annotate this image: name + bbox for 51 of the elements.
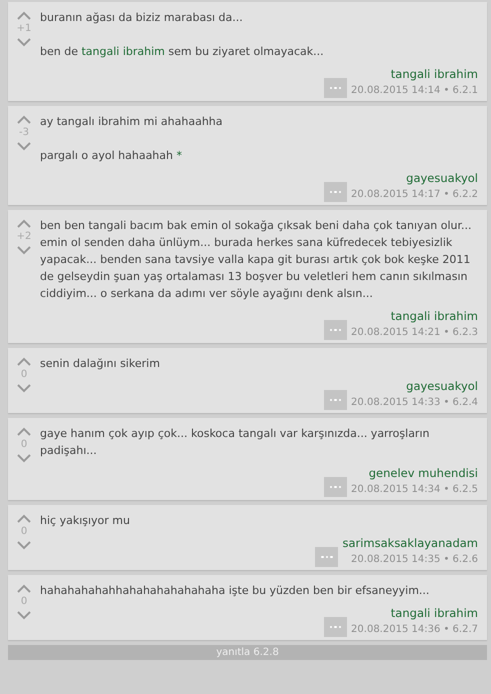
more-button[interactable]	[324, 182, 348, 202]
upvote-icon[interactable]	[17, 219, 31, 228]
vote-count: -3	[19, 127, 29, 139]
entry-text: ay tangalı ibrahim mi ahahaahha pargalı o ayol hahaahah *	[40, 114, 224, 164]
inline-link[interactable]: tangali ibrahim	[81, 45, 165, 58]
more-button[interactable]	[324, 617, 348, 637]
entry-text: hahahahahahhahahahahahahaha işte bu yüzden ben bir efsaneyyim...	[40, 583, 430, 599]
downvote-icon[interactable]	[17, 142, 31, 151]
entry-date-link[interactable]: 20.08.2015 14:21 • 6.2.3	[351, 325, 478, 340]
entry-date-link[interactable]: 20.08.2015 14:36 • 6.2.7	[351, 622, 478, 637]
more-button[interactable]	[324, 320, 348, 340]
upvote-icon[interactable]	[17, 115, 31, 124]
vote-count: +1	[16, 23, 32, 35]
vote-count: 0	[20, 439, 28, 451]
downvote-icon[interactable]	[17, 246, 31, 255]
upvote-icon[interactable]	[17, 584, 31, 593]
vote-count: 0	[20, 369, 28, 381]
entry-text: hiç yakışıyor mu	[40, 513, 131, 529]
author-link[interactable]: gayesuakyol	[406, 170, 478, 187]
entry-date-link[interactable]: 20.08.2015 14:17 • 6.2.2	[351, 187, 478, 202]
entry-text: buranın ağası da biziz marabası da... ben de tangali ibrahim sem bu ziyaret olmayacak...	[40, 10, 325, 60]
author-link[interactable]: tangali ibrahim	[390, 605, 478, 622]
more-button[interactable]	[315, 547, 338, 567]
downvote-icon[interactable]	[17, 384, 31, 393]
vote-count: 0	[20, 526, 28, 538]
downvote-icon[interactable]	[17, 38, 31, 47]
author-link[interactable]: genelev muhendisi	[368, 465, 478, 482]
entry-date-link[interactable]: 20.08.2015 14:35 • 6.2.6	[351, 552, 478, 567]
upvote-icon[interactable]	[17, 427, 31, 436]
author-link[interactable]: sarimsaksaklayanadam	[342, 535, 478, 552]
upvote-icon[interactable]	[17, 357, 31, 366]
author-link[interactable]: gayesuakyol	[406, 378, 478, 395]
upvote-icon[interactable]	[17, 514, 31, 523]
author-link[interactable]: tangali ibrahim	[390, 308, 478, 325]
more-button[interactable]	[324, 78, 348, 98]
downvote-icon[interactable]	[17, 541, 31, 550]
entry-text: gaye hanım çok ayıp çok... koskoca tangalı var karşınızda... yarroşların padişahı...	[40, 426, 430, 459]
entry-text: ben ben tangali bacım bak emin ol sokağa çıksak beni daha çok tanıyan olur... emin ol senden daha ünlüym... burada herkes sana küfredecek tebiyesizlik yapacak... benden sana tavsiye valla kapa git burası artık çok bok keşke 2011 de gelseydin şuan yaş ortalaması 13 boşver bu veletleri hem canın sıkılmasın ciddiyim... o serkana da adımı ver söyle ayağını denk alsın...	[40, 218, 473, 302]
entry-date-link[interactable]: 20.08.2015 14:33 • 6.2.4	[351, 395, 478, 410]
entry-date-link[interactable]: 20.08.2015 14:14 • 6.2.1	[351, 83, 478, 98]
more-button[interactable]	[324, 477, 348, 497]
upvote-icon[interactable]	[17, 11, 31, 20]
inline-link[interactable]: *	[176, 149, 182, 162]
entry-text: senin dalağını sikerim	[40, 356, 161, 372]
entry-date-link[interactable]: 20.08.2015 14:34 • 6.2.5	[351, 482, 478, 497]
author-link[interactable]: tangali ibrahim	[390, 66, 478, 83]
more-button[interactable]	[324, 390, 348, 410]
vote-count: 0	[20, 596, 28, 608]
downvote-icon[interactable]	[17, 454, 31, 463]
vote-count: +2	[16, 231, 32, 243]
downvote-icon[interactable]	[17, 611, 31, 620]
